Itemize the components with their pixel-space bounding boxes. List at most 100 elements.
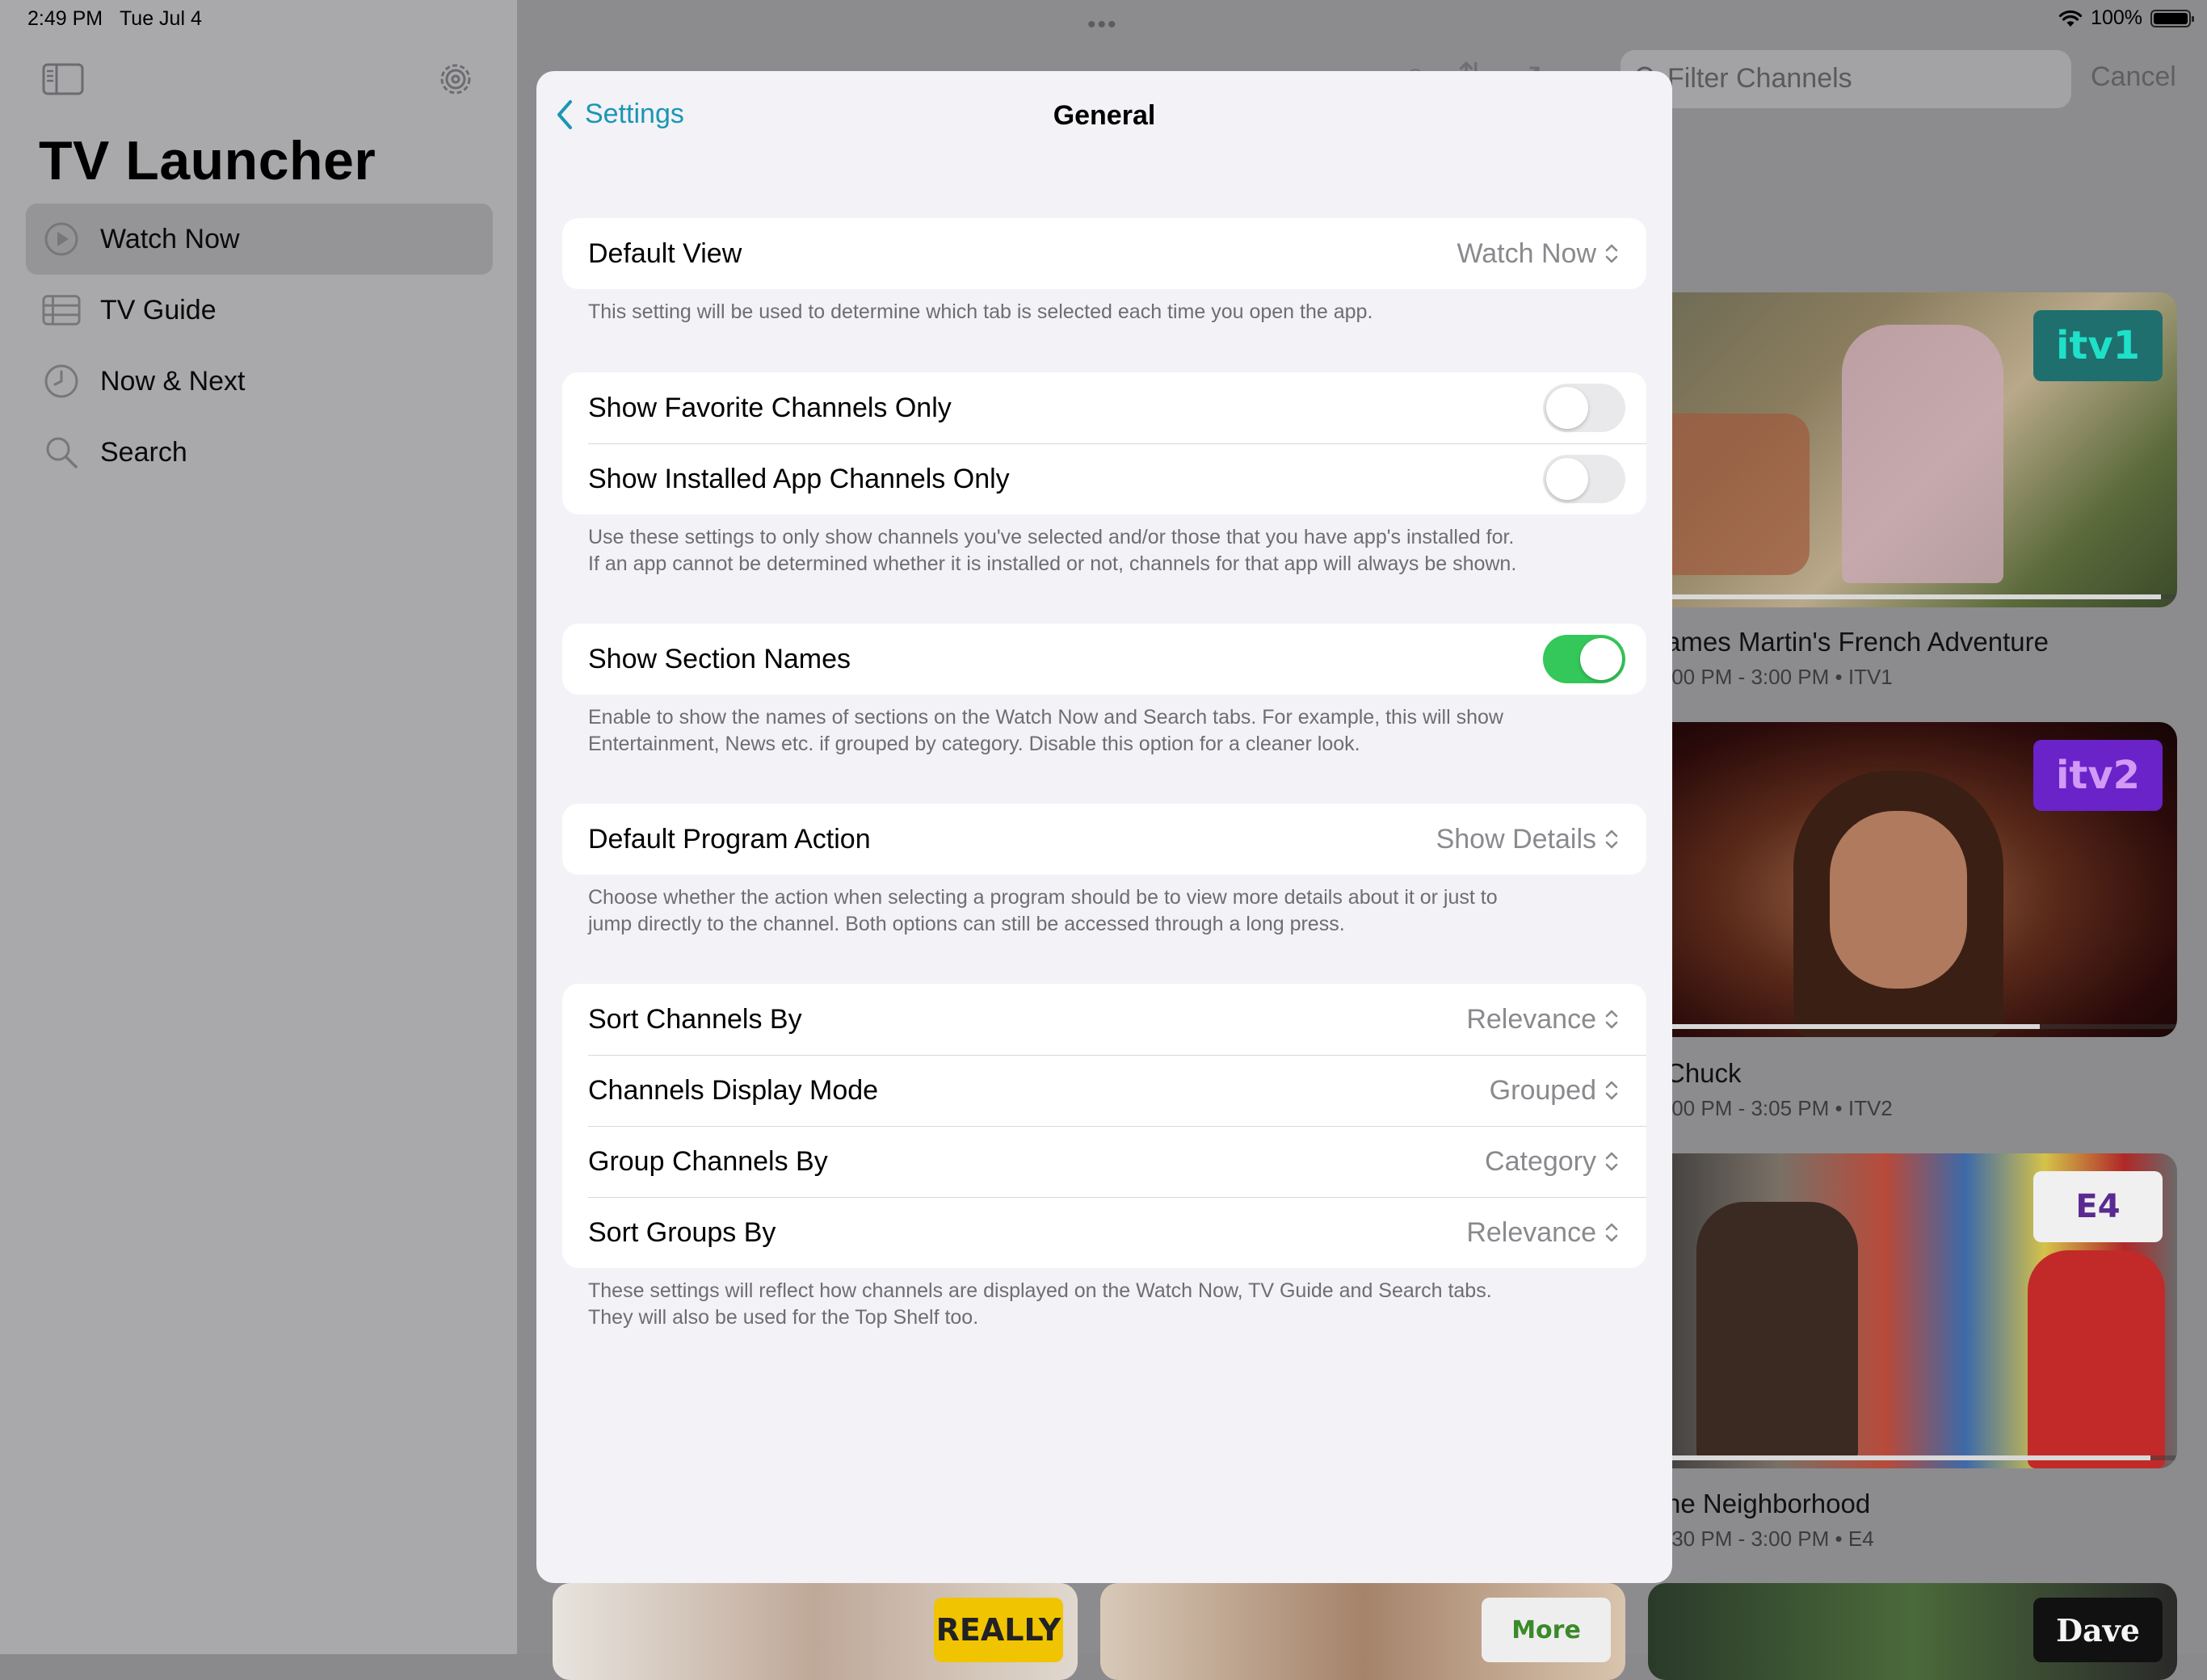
channel-logo-itv1: itv1 xyxy=(2033,310,2163,381)
progress-bar xyxy=(1648,1455,2177,1460)
sort-groups-value: Relevance xyxy=(1466,1216,1596,1248)
clock-icon xyxy=(42,362,81,401)
program-card[interactable]: E4 xyxy=(1648,1153,2177,1468)
default-view-group: Default View Watch Now xyxy=(562,218,1646,289)
program-title: he Neighborhood xyxy=(1666,1489,1871,1518)
sidebar-item-label: TV Guide xyxy=(100,294,216,326)
settings-modal: Settings General Default View Watch Now … xyxy=(536,71,1672,1583)
display-mode-select[interactable]: Grouped xyxy=(1490,1075,1621,1107)
play-circle-icon xyxy=(42,220,81,258)
footer-line: jump directly to the channel. Both optio… xyxy=(588,913,1345,935)
footer-line: They will also be used for the Top Shelf… xyxy=(588,1306,979,1329)
chevron-up-down-icon xyxy=(1605,1152,1618,1171)
status-time: 2:49 PM Tue Jul 4 xyxy=(27,7,202,30)
page-title: General xyxy=(1053,100,1156,131)
sidebar-item-watch-now[interactable]: Watch Now xyxy=(26,204,493,275)
channel-logo-more4: More xyxy=(1482,1598,1611,1662)
display-mode-label: Channels Display Mode xyxy=(588,1074,879,1106)
sidebar-item-tv-guide[interactable]: TV Guide xyxy=(26,275,493,346)
chevron-up-down-icon xyxy=(1605,830,1618,849)
sidebar: TV Launcher Watch Now TV Guide Now & Nex… xyxy=(0,0,518,1654)
section-names-footer: Enable to show the names of sections on … xyxy=(588,704,1630,758)
default-view-footer: This setting will be used to determine w… xyxy=(588,300,1373,323)
footer-line: These settings will reflect how channels… xyxy=(588,1279,1492,1302)
favorite-channels-label: Show Favorite Channels Only xyxy=(588,392,952,423)
sort-groups-select[interactable]: Relevance xyxy=(1466,1217,1621,1249)
installed-channels-toggle[interactable] xyxy=(1543,455,1625,503)
footer-line: If an app cannot be determined whether i… xyxy=(588,552,1517,575)
section-names-toggle[interactable] xyxy=(1543,635,1625,683)
status-indicators: 100% xyxy=(2058,6,2194,30)
sort-groups-label: Sort Groups By xyxy=(588,1216,776,1248)
channel-logo-itv2: itv2 xyxy=(2033,740,2163,811)
multitasking-dots-icon[interactable]: ••• xyxy=(1087,11,1118,39)
status-bar: 2:49 PM Tue Jul 4 ••• 100% xyxy=(0,0,2207,39)
default-view-label: Default View xyxy=(588,237,742,269)
channel-filters-group: Show Favorite Channels Only Show Install… xyxy=(562,372,1646,514)
default-view-row[interactable]: Default View Watch Now xyxy=(562,218,1646,289)
battery-percent: 100% xyxy=(2091,6,2142,29)
cancel-button[interactable]: Cancel xyxy=(2091,61,2176,93)
toggle-knob xyxy=(1546,458,1588,500)
channel-logo-really: REALLY xyxy=(934,1598,1063,1662)
program-card[interactable]: itv2 xyxy=(1648,722,2177,1037)
channel-logo-dave: Dave xyxy=(2033,1598,2163,1662)
sidebar-item-now-next[interactable]: Now & Next xyxy=(26,346,493,417)
program-time: :00 PM - 3:05 PM • ITV2 xyxy=(1666,1096,1893,1120)
toggle-knob xyxy=(1546,387,1588,429)
display-mode-row[interactable]: Channels Display Mode Grouped xyxy=(562,1055,1646,1126)
program-action-footer: Choose whether the action when selecting… xyxy=(588,884,1630,938)
filter-placeholder: Filter Channels xyxy=(1667,63,1852,94)
channels-display-footer: These settings will reflect how channels… xyxy=(588,1278,1630,1331)
sidebar-item-search[interactable]: Search xyxy=(26,417,493,488)
default-view-select[interactable]: Watch Now xyxy=(1457,238,1621,270)
program-action-value: Show Details xyxy=(1436,823,1596,855)
program-card[interactable]: itv1 xyxy=(1648,292,2177,607)
group-channels-row[interactable]: Group Channels By Category xyxy=(562,1126,1646,1197)
wifi-icon xyxy=(2058,10,2083,27)
installed-channels-label: Show Installed App Channels Only xyxy=(588,463,1010,494)
group-channels-select[interactable]: Category xyxy=(1485,1146,1621,1178)
sort-channels-value: Relevance xyxy=(1466,1003,1596,1035)
program-time: :30 PM - 3:00 PM • E4 xyxy=(1666,1527,1874,1551)
sort-groups-row[interactable]: Sort Groups By Relevance xyxy=(562,1197,1646,1268)
sort-channels-row[interactable]: Sort Channels By Relevance xyxy=(562,984,1646,1055)
footer-line: Entertainment, News etc. if grouped by c… xyxy=(588,733,1360,755)
battery-icon xyxy=(2150,9,2194,27)
progress-fill xyxy=(1648,1455,2151,1460)
section-names-group: Show Section Names xyxy=(562,624,1646,695)
footer-line: Choose whether the action when selecting… xyxy=(588,886,1498,909)
program-action-select[interactable]: Show Details xyxy=(1436,824,1621,855)
chevron-up-down-icon xyxy=(1605,1081,1618,1100)
progress-bar xyxy=(1648,1024,2177,1029)
program-card[interactable]: REALLY xyxy=(553,1583,1078,1680)
sidebar-toggle-icon[interactable] xyxy=(42,63,84,95)
sidebar-item-label: Watch Now xyxy=(100,223,240,254)
group-channels-label: Group Channels By xyxy=(588,1145,828,1177)
footer-line: Enable to show the names of sections on … xyxy=(588,706,1503,729)
sort-channels-label: Sort Channels By xyxy=(588,1003,802,1035)
footer-line: Use these settings to only show channels… xyxy=(588,526,1515,548)
sort-channels-select[interactable]: Relevance xyxy=(1466,1004,1621,1035)
installed-channels-row: Show Installed App Channels Only xyxy=(562,443,1646,514)
favorite-channels-toggle[interactable] xyxy=(1543,384,1625,432)
group-channels-value: Category xyxy=(1485,1145,1596,1177)
filter-channels-input[interactable]: Filter Channels xyxy=(1621,50,2071,108)
app-title: TV Launcher xyxy=(39,130,376,191)
sidebar-item-label: Search xyxy=(100,436,187,468)
magnifier-icon xyxy=(42,433,81,472)
sidebar-nav: Watch Now TV Guide Now & Next Search xyxy=(26,204,493,488)
gear-icon[interactable] xyxy=(436,60,475,99)
program-card[interactable]: More xyxy=(1100,1583,1625,1680)
toggle-knob xyxy=(1580,638,1622,680)
progress-bar xyxy=(1648,594,2177,599)
favorite-channels-row: Show Favorite Channels Only xyxy=(562,372,1646,443)
chevron-up-down-icon xyxy=(1605,1010,1618,1029)
display-mode-value: Grouped xyxy=(1489,1074,1596,1106)
channel-logo-e4: E4 xyxy=(2033,1171,2163,1242)
program-card[interactable]: Dave xyxy=(1648,1583,2177,1680)
sidebar-item-label: Now & Next xyxy=(100,365,246,397)
channel-filters-footer: Use these settings to only show channels… xyxy=(588,524,1630,578)
program-action-row[interactable]: Default Program Action Show Details xyxy=(562,804,1646,875)
chevron-up-down-icon xyxy=(1605,244,1618,263)
